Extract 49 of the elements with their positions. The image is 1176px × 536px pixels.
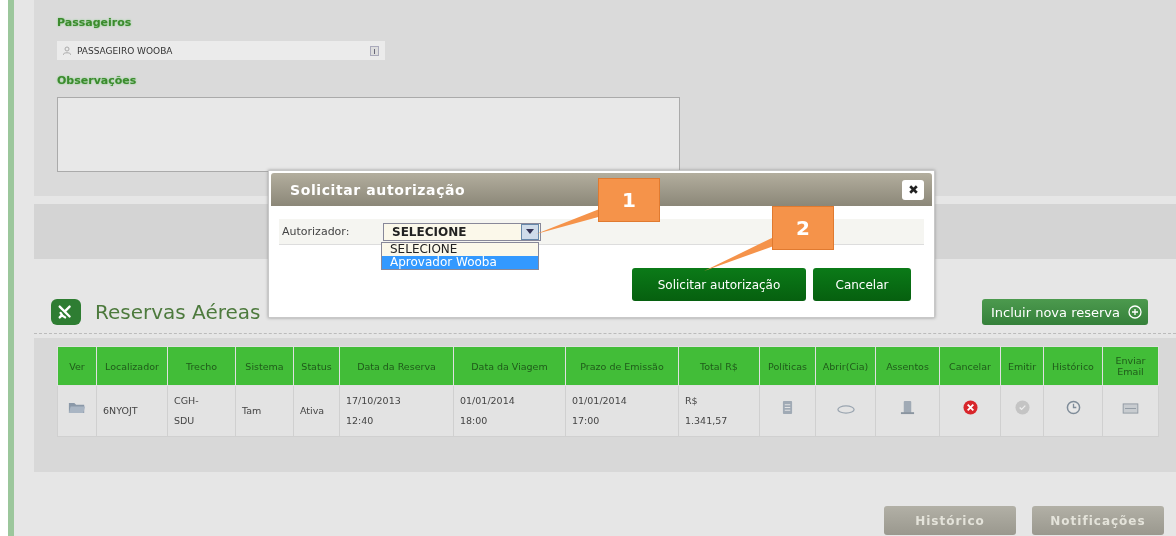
info-icon[interactable] bbox=[370, 45, 379, 56]
clock-icon[interactable] bbox=[1065, 400, 1081, 415]
table-cell: 01/01/2014 18:00 bbox=[453, 385, 566, 437]
person-icon bbox=[63, 46, 71, 55]
callout-number: 1 bbox=[598, 178, 660, 222]
column-header: Sistema bbox=[235, 346, 294, 386]
column-header: Histórico bbox=[1043, 346, 1103, 386]
column-header: Data da Viagem bbox=[453, 346, 566, 386]
close-button[interactable] bbox=[902, 179, 924, 200]
section-title: Reservas Aéreas bbox=[95, 300, 261, 324]
section-heading: Passageiros bbox=[57, 16, 133, 29]
callout-number: 2 bbox=[772, 206, 834, 250]
column-header: Assentos bbox=[875, 346, 940, 386]
plus-circle-icon bbox=[1128, 305, 1142, 319]
table-cell: CGH- SDU bbox=[167, 385, 236, 437]
cancel-icon[interactable] bbox=[962, 400, 978, 415]
document-icon[interactable] bbox=[782, 400, 793, 415]
column-header: Ver bbox=[57, 346, 97, 386]
table-cell: 17/10/2013 12:40 bbox=[339, 385, 454, 437]
column-header: Emitir bbox=[1000, 346, 1044, 386]
column-header: Localizador bbox=[96, 346, 168, 386]
cancel-button[interactable]: Cancelar bbox=[813, 268, 911, 301]
envelope-icon[interactable] bbox=[1122, 403, 1139, 414]
field-label: Autorizador: bbox=[282, 225, 351, 238]
notes-field[interactable] bbox=[57, 97, 680, 172]
table-cell: R$ 1.341,57 bbox=[678, 385, 760, 437]
column-header: Prazo de Emissão bbox=[565, 346, 679, 386]
section-heading: Observações bbox=[57, 74, 138, 87]
eye-icon[interactable] bbox=[836, 405, 855, 414]
dialog-title: Solicitar autorização bbox=[290, 181, 466, 198]
column-header: Políticas bbox=[759, 346, 816, 386]
table-cell: Tam bbox=[235, 385, 294, 437]
table-cell: 01/01/2014 17:00 bbox=[565, 385, 679, 437]
column-header: Enviar Email bbox=[1102, 346, 1159, 386]
request-button[interactable]: Solicitar autorização bbox=[632, 268, 806, 301]
approver-select[interactable]: SELECIONE bbox=[383, 222, 541, 241]
passenger-name: PASSAGEIRO WOOBA bbox=[77, 45, 174, 56]
table-cell: 6NYOJT bbox=[96, 385, 168, 437]
dropdown-option[interactable]: SELECIONE bbox=[382, 243, 538, 256]
close-icon bbox=[907, 184, 919, 195]
column-header: Trecho bbox=[167, 346, 236, 386]
column-header: Total R$ bbox=[678, 346, 760, 386]
column-header: Data da Reserva bbox=[339, 346, 454, 386]
folder-icon[interactable] bbox=[68, 401, 86, 414]
add-reservation-button[interactable]: Incluir nova reserva bbox=[982, 299, 1148, 325]
column-header: Abrir(Cia) bbox=[815, 346, 876, 386]
column-header: Status bbox=[293, 346, 340, 386]
column-header: Cancelar bbox=[939, 346, 1001, 386]
table-cell: Ativa bbox=[293, 385, 340, 437]
